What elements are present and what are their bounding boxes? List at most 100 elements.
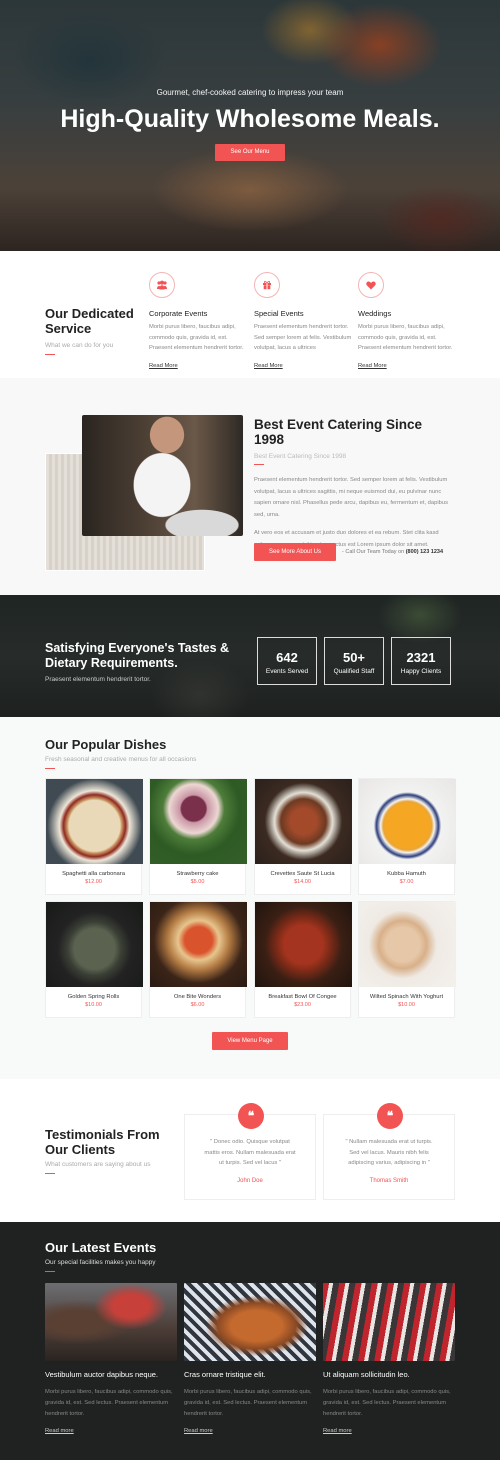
dish-image xyxy=(46,902,143,987)
services-heading: Our Dedicated Service What we can do for… xyxy=(45,306,134,355)
dish-card[interactable]: Crevettes Saute St Lucia $14.00 xyxy=(254,778,352,895)
people-icon xyxy=(149,272,175,298)
events-subtitle: Our special facilities makes you happy xyxy=(45,1259,156,1266)
service-text: Praesent elementum hendrerit tortor. Sed… xyxy=(254,324,352,351)
testimonial-quote: " Donec odio. Quisque volutpat mattis er… xyxy=(204,1139,296,1166)
dish-image xyxy=(46,779,143,864)
about-cta: See More About Us - Call Our Team Today … xyxy=(254,543,443,561)
services-title-line1: Our Dedicated xyxy=(45,306,134,321)
dish-image xyxy=(255,779,352,864)
dish-image xyxy=(150,779,247,864)
dish-image xyxy=(359,902,456,987)
stats-title-line2: Dietary Requirements. xyxy=(45,655,178,670)
dish-price: $6.00 xyxy=(190,1002,205,1008)
testimonial-author: Thomas Smith xyxy=(369,1177,409,1184)
stat-label: Happy Clients xyxy=(400,668,442,675)
dish-price: $5.00 xyxy=(190,879,205,885)
about-subtitle: Best Event Catering Since 1998 xyxy=(254,453,347,460)
events-heading: Our Latest Events Our special facilities… xyxy=(45,1240,156,1272)
event-read-more-link[interactable]: Read more xyxy=(45,1428,177,1434)
testimonial-author: John Doe xyxy=(237,1177,263,1184)
dish-name: Crevettes Saute St Lucia xyxy=(270,871,335,877)
dish-card[interactable]: One Bite Wonders $6.00 xyxy=(149,901,247,1018)
accent-underline xyxy=(45,768,55,769)
events-section: Our Latest Events Our special facilities… xyxy=(0,1222,500,1460)
service-text: Morbi purus libero, faucibus adipi, comm… xyxy=(358,324,453,351)
heart-icon xyxy=(358,272,384,298)
event-card: Cras ornare tristique elit. Morbi purus … xyxy=(184,1283,316,1434)
dishes-section: Our Popular Dishes Fresh seasonal and cr… xyxy=(0,717,500,1079)
see-more-about-button[interactable]: See More About Us xyxy=(254,543,336,561)
dish-price: $10.00 xyxy=(398,1002,415,1008)
call-prefix: - Call Our Team Today on xyxy=(342,549,405,555)
hero-subtitle: Gourmet, chef-cooked catering to impress… xyxy=(156,88,344,97)
stat-number: 642 xyxy=(276,650,298,665)
event-image xyxy=(45,1283,177,1361)
stat-happy-clients: 2321 Happy Clients xyxy=(391,637,451,685)
service-title: Corporate Events xyxy=(149,309,208,318)
see-menu-button[interactable]: See Our Menu xyxy=(215,144,285,161)
service-text: Morbi purus libero, faucibus adipi, comm… xyxy=(149,324,244,351)
stats-section: Satisfying Everyone's Tastes & Dietary R… xyxy=(0,595,500,717)
dish-name: Kubba Hamuth xyxy=(387,871,426,877)
event-read-more-link[interactable]: Read more xyxy=(184,1428,316,1434)
hero-content: Gourmet, chef-cooked catering to impress… xyxy=(0,88,500,161)
event-read-more-link[interactable]: Read more xyxy=(323,1428,455,1434)
service-read-more-link[interactable]: Read More xyxy=(358,363,387,369)
stats-heading: Satisfying Everyone's Tastes & Dietary R… xyxy=(45,641,245,683)
dish-card[interactable]: Breakfast Bowl Of Congee $23.00 xyxy=(254,901,352,1018)
testimonials-subtitle: What customers are saying about us xyxy=(45,1161,151,1168)
hero-section: Gourmet, chef-cooked catering to impress… xyxy=(0,0,500,251)
service-title: Special Events xyxy=(254,309,304,318)
service-title: Weddings xyxy=(358,309,392,318)
event-text: Morbi purus libero, faucibus adipi, comm… xyxy=(45,1389,173,1417)
accent-underline xyxy=(45,354,55,355)
event-image xyxy=(323,1283,455,1361)
events-title: Our Latest Events xyxy=(45,1240,157,1255)
stat-events-served: 642 Events Served xyxy=(257,637,317,685)
dish-price: $10.00 xyxy=(85,1002,102,1008)
service-corporate-events: Corporate Events Morbi purus libero, fau… xyxy=(149,272,249,369)
phone-number[interactable]: (800) 123 1234 xyxy=(406,549,443,555)
service-read-more-link[interactable]: Read More xyxy=(149,363,178,369)
stat-qualified-staff: 50+ Qualified Staff xyxy=(324,637,384,685)
dish-card[interactable]: Spaghetti alla carbonara $12.00 xyxy=(45,778,143,895)
event-title: Ut aliquam sollicitudin leo. xyxy=(323,1370,410,1379)
gift-icon xyxy=(254,272,280,298)
accent-underline xyxy=(45,1271,55,1272)
dish-card[interactable]: Kubba Hamuth $7.00 xyxy=(358,778,456,895)
service-special-events: Special Events Praesent elementum hendre… xyxy=(254,272,354,369)
testimonials-title-line1: Testimonials From xyxy=(45,1127,160,1142)
about-paragraph-1: Praesent elementum hendrerit tortor. Sed… xyxy=(254,477,448,518)
dishes-heading: Our Popular Dishes Fresh seasonal and cr… xyxy=(45,737,196,769)
dish-name: Strawberry cake xyxy=(176,871,219,877)
dishes-title: Our Popular Dishes xyxy=(45,737,167,752)
dish-card[interactable]: Wilted Spinach With Yoghurt $10.00 xyxy=(358,901,456,1018)
services-section: Our Dedicated Service What we can do for… xyxy=(0,251,500,378)
chef-image xyxy=(82,415,243,536)
dishes-subtitle: Fresh seasonal and creative menus for al… xyxy=(45,756,197,763)
quote-icon: ❝ xyxy=(238,1103,264,1129)
event-title: Cras ornare tristique elit. xyxy=(184,1370,266,1379)
testimonial-quote: " Nullam malesuada erat ut turpis. Sed v… xyxy=(345,1139,433,1166)
stat-label: Events Served xyxy=(265,668,309,675)
stat-label: Qualified Staff xyxy=(333,668,375,675)
event-text: Morbi purus libero, faucibus adipi, comm… xyxy=(323,1389,451,1417)
services-subtitle: What we can do for you xyxy=(45,342,114,349)
services-title-line2: Service xyxy=(45,321,92,336)
dish-card[interactable]: Golden Spring Rolls $10.00 xyxy=(45,901,143,1018)
service-read-more-link[interactable]: Read More xyxy=(254,363,283,369)
testimonial-card: ❝ " Nullam malesuada erat ut turpis. Sed… xyxy=(323,1103,455,1200)
dish-price: $14.00 xyxy=(294,879,311,885)
call-text: - Call Our Team Today on (800) 123 1234 xyxy=(342,549,443,555)
event-card: Vestibulum auctor dapibus neque. Morbi p… xyxy=(45,1283,177,1434)
stat-number: 50+ xyxy=(342,650,366,665)
testimonials-section: Testimonials From Our Clients What custo… xyxy=(0,1079,500,1222)
dish-card[interactable]: Strawberry cake $5.00 xyxy=(149,778,247,895)
dish-name: Breakfast Bowl Of Congee xyxy=(268,994,337,1000)
event-card: Ut aliquam sollicitudin leo. Morbi purus… xyxy=(323,1283,455,1434)
view-menu-page-button[interactable]: View Menu Page xyxy=(212,1032,288,1050)
about-title: Best Event Catering Since 1998 xyxy=(254,417,423,447)
dish-price: $23.00 xyxy=(294,1002,311,1008)
hero-title: High-Quality Wholesome Meals. xyxy=(60,105,440,133)
